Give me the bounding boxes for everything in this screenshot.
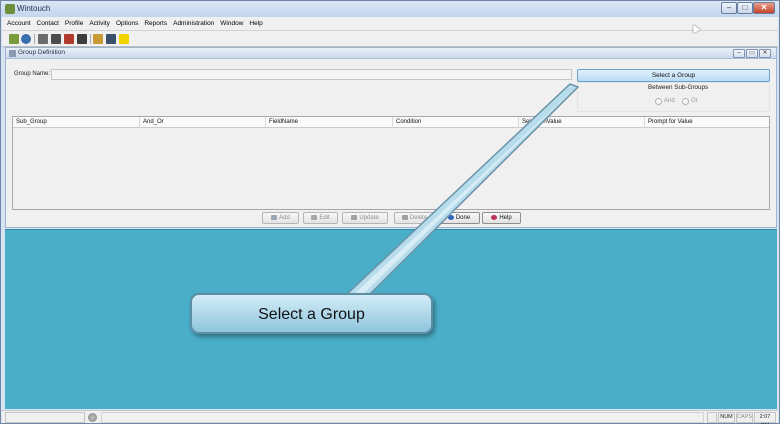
num-lock-indicator: NUM (718, 412, 735, 423)
form-icon (9, 50, 16, 57)
status-cell-message (5, 412, 85, 423)
notebook-icon[interactable] (64, 34, 74, 44)
radio-or[interactable] (682, 98, 689, 105)
group-name-input[interactable] (51, 69, 572, 80)
update-icon (351, 214, 358, 220)
delete-button[interactable]: Delete (394, 212, 435, 224)
table-header: Sub_Group And_Or FieldName Condition Sel… (13, 117, 769, 128)
add-button[interactable]: Add (262, 212, 299, 224)
done-icon (447, 214, 454, 220)
done-button[interactable]: Done (438, 212, 480, 224)
between-sub-groups-panel: Between Sub-Groups And Or (577, 82, 770, 112)
update-button-label: Update (359, 215, 379, 221)
menu-bar: Account Contact Profile Activity Options Repo… (2, 17, 778, 31)
wintouch-app-icon (5, 4, 15, 14)
done-button-label: Done (455, 215, 471, 221)
window-title: Wintouch (17, 4, 51, 13)
callout-bubble: Select a Group (190, 293, 433, 334)
group-definition-title-bar: Group Definition – ▭ ✕ (6, 48, 776, 59)
column-header-fieldname[interactable]: FieldName (266, 117, 393, 128)
menu-administration[interactable]: Administration (170, 17, 217, 31)
close-button[interactable]: ✕ (753, 2, 775, 14)
inner-close-button[interactable]: ✕ (759, 49, 771, 58)
radio-or-label: Or (691, 98, 698, 104)
edit-button[interactable]: Edit (303, 212, 338, 224)
menu-profile[interactable]: Profile (62, 17, 86, 31)
status-cell-info (101, 412, 704, 423)
folder-icon[interactable] (93, 34, 103, 44)
radio-and-label: And (664, 98, 675, 104)
between-sub-groups-label: Between Sub-Groups (648, 84, 709, 91)
menu-reports[interactable]: Reports (141, 17, 170, 31)
sub-group-criteria-table[interactable]: Sub_Group And_Or FieldName Condition Sel… (12, 116, 770, 210)
update-button[interactable]: Update (342, 212, 388, 224)
column-header-sub-group[interactable]: Sub_Group (13, 117, 140, 128)
caps-lock-indicator: CAPS (736, 412, 753, 423)
select-a-group-button[interactable]: Select a Group (577, 69, 770, 82)
menu-help[interactable]: Help (246, 17, 265, 31)
window-layout-icon[interactable] (106, 34, 116, 44)
callout-text: Select a Group (258, 306, 365, 323)
column-header-prompt-for-value[interactable]: Prompt for Value (645, 117, 769, 128)
inner-minimize-button[interactable]: – (733, 49, 745, 58)
help-icon (491, 214, 498, 220)
group-definition-title: Group Definition (18, 49, 65, 56)
delete-icon (401, 214, 408, 220)
menu-activity[interactable]: Activity (86, 17, 113, 31)
edit-button-label: Edit (319, 215, 330, 221)
toolbar (2, 31, 778, 47)
checklist-icon[interactable] (77, 34, 87, 44)
network-icon (707, 412, 717, 423)
add-icon (271, 214, 278, 220)
group-name-label: Group Name: (14, 71, 51, 77)
inner-restore-button[interactable]: ▭ (746, 49, 758, 58)
clock: 2:07 PM (754, 412, 776, 424)
help-button-label: Help (499, 215, 512, 221)
pencil-icon (311, 214, 318, 220)
maximize-button[interactable]: □ (737, 2, 753, 14)
add-button-label: Add (279, 215, 290, 221)
status-indicator-icon (88, 413, 97, 422)
menu-account[interactable]: Account (2, 17, 34, 31)
people-icon[interactable] (9, 34, 19, 44)
column-header-selection-value[interactable]: SelectionValue (519, 117, 645, 128)
menu-window[interactable]: Window (217, 17, 246, 31)
toolbar-separator (34, 34, 35, 44)
radio-and[interactable] (655, 98, 662, 105)
menu-contact[interactable]: Contact (34, 17, 62, 31)
column-header-condition[interactable]: Condition (393, 117, 519, 128)
toolbar-separator (90, 34, 91, 44)
user-icon[interactable] (21, 34, 31, 44)
delete-button-label: Delete (409, 215, 428, 221)
help-button[interactable]: Help (482, 212, 521, 224)
note-icon[interactable] (119, 34, 129, 44)
minimize-button[interactable]: – (721, 2, 737, 14)
application-window: Wintouch – □ ✕ Account Contact Profile Acti… (0, 0, 780, 424)
status-bar: NUM CAPS 2:07 PM (2, 410, 778, 424)
column-header-and-or[interactable]: And_Or (140, 117, 266, 128)
menu-options[interactable]: Options (113, 17, 141, 31)
group-definition-window: Group Definition – ▭ ✕ Group Name: Selec… (5, 47, 777, 228)
window-title-bar: Wintouch – □ ✕ (1, 1, 779, 17)
address-book-icon[interactable] (38, 34, 48, 44)
calendar-icon[interactable] (51, 34, 61, 44)
